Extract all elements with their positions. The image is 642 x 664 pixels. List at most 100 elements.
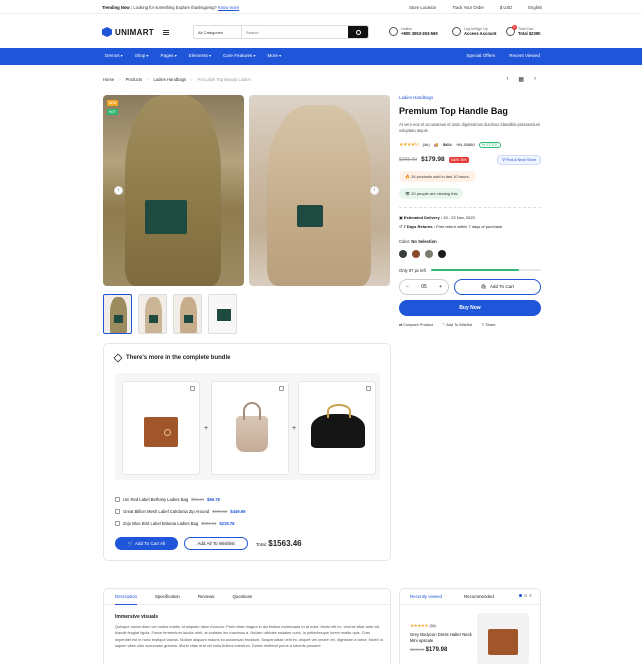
- share-link[interactable]: ⇪ Share: [481, 322, 495, 327]
- nav-item-demos[interactable]: Demos: [105, 53, 123, 58]
- color-swatch[interactable]: [399, 249, 407, 258]
- hotline[interactable]: Hotline +800 3053-353-569: [389, 27, 438, 36]
- recent-product-name[interactable]: Grey Bodycon Dress Halter Neck Mini upsc…: [410, 632, 476, 643]
- track-order-link[interactable]: Track Your Order: [452, 5, 484, 10]
- wallet-illustration: [144, 417, 178, 447]
- product-image-main-1[interactable]: [103, 95, 244, 286]
- color-swatch[interactable]: [412, 249, 420, 258]
- nav-item-elements[interactable]: Elements: [189, 53, 211, 58]
- bundle-row-checkbox[interactable]: [115, 509, 120, 514]
- main-nav: Demos Shop Pages Elements Core Features …: [0, 48, 642, 65]
- next-product-icon[interactable]: ›: [534, 76, 536, 83]
- color-swatch[interactable]: [425, 249, 433, 258]
- add-all-to-wishlist-button[interactable]: Add All To Wishlist: [184, 537, 248, 550]
- divider: [399, 206, 541, 208]
- recent-product-image[interactable]: [477, 613, 529, 664]
- bundle-row[interactable]: Uni Red Label Bethany Ladies Bag $96.24 …: [115, 497, 220, 502]
- carousel-dots[interactable]: [519, 594, 532, 597]
- cart-value: Total $2390: [518, 31, 541, 36]
- tab-recommended[interactable]: Recommended: [464, 594, 494, 599]
- bundle-row-checkbox[interactable]: [115, 497, 120, 502]
- breadcrumb-home[interactable]: Home: [103, 77, 114, 82]
- search-button[interactable]: [348, 26, 368, 38]
- product-tabs-panel: Description Specification Reviews Questi…: [103, 588, 391, 664]
- cart[interactable]: 0 Total Cart Total $2390: [506, 25, 541, 36]
- clutch-illustration: [311, 404, 365, 448]
- tab-description[interactable]: Description: [115, 594, 137, 605]
- nav-item-shop[interactable]: Shop: [135, 53, 149, 58]
- chevron-right-icon: ›: [119, 77, 121, 82]
- product-category[interactable]: Ladies Handbags: [399, 95, 541, 100]
- grid-icon[interactable]: ▦: [518, 76, 524, 83]
- logo[interactable]: UNIMART: [102, 27, 154, 37]
- buy-now-button[interactable]: Buy Now: [399, 299, 541, 316]
- trending-link[interactable]: Know more: [218, 5, 239, 10]
- delivery-info: ▣ Estimated Delivery : 15 - 22 Nov, 2023: [399, 215, 541, 220]
- color-value: No Selection: [411, 238, 437, 244]
- thumbnail-strip: [103, 294, 237, 334]
- search-category-select[interactable]: All Categories: [194, 26, 242, 38]
- nav-item-core-features[interactable]: Core Features: [223, 53, 256, 58]
- compare-link[interactable]: ⇄ Compare Product: [399, 322, 433, 327]
- plus-icon: +: [292, 425, 297, 432]
- stock-badge: IN STOCK: [478, 141, 501, 148]
- hamburger-icon[interactable]: [163, 30, 169, 37]
- tab-recently-viewed[interactable]: Recently viewed: [410, 594, 442, 599]
- special-offers-link[interactable]: Special Offers: [466, 53, 495, 58]
- bundle-card[interactable]: [122, 381, 200, 475]
- bundle-panel: There's more in the complete bundle + + …: [103, 343, 391, 561]
- add-to-cart-button[interactable]: 🛍 Add To Cart: [454, 278, 541, 295]
- bundle-row[interactable]: Great Billion Mesh Label Calrdonia Zip A…: [115, 509, 245, 514]
- product-description: At vero eos et accusamus et iusto dignis…: [399, 122, 541, 133]
- tab-reviews[interactable]: Reviews: [198, 594, 215, 599]
- rating-stars: ★★★★½: [399, 141, 419, 148]
- returns-label: 7 Days Returns :: [403, 223, 436, 229]
- minus-icon[interactable]: −: [406, 284, 409, 290]
- bundle-card[interactable]: [298, 381, 376, 475]
- bundle-checkbox[interactable]: [279, 386, 284, 391]
- viewing-notice: 👁 20 people are viewing this: [399, 187, 464, 199]
- product-actions: ⇄ Compare Product ♡ Add To Wishlist ⇪ Sh…: [399, 322, 541, 327]
- language-select[interactable]: English: [528, 5, 542, 10]
- bundle-row[interactable]: Zojo Blue Bird Label Britania Ladies Bag…: [115, 521, 234, 526]
- review-count[interactable]: (4b): [423, 142, 430, 147]
- breadcrumb-category[interactable]: Ladies Handbags: [154, 77, 187, 82]
- plus-icon[interactable]: +: [439, 284, 442, 290]
- nav-item-pages[interactable]: Pages: [161, 53, 177, 58]
- gallery-prev-icon[interactable]: ‹: [114, 186, 123, 195]
- wishlist-link[interactable]: ♡ Add To Wishlist: [442, 322, 472, 327]
- recent-product[interactable]: ★★★★★ (34) Grey Bodycon Dress Halter Nec…: [410, 623, 476, 653]
- old-price: $295.00: [399, 156, 418, 163]
- product-image-main-2[interactable]: [249, 95, 390, 286]
- thumbnail[interactable]: [103, 294, 132, 334]
- gallery-next-icon[interactable]: ›: [370, 186, 379, 195]
- quantity-stepper[interactable]: − 05 +: [399, 278, 449, 295]
- bundle-checkbox[interactable]: [366, 386, 371, 391]
- bundle-card[interactable]: [211, 381, 289, 475]
- prev-product-icon[interactable]: ‹: [506, 76, 508, 83]
- currency-select[interactable]: $ USD: [500, 5, 512, 10]
- add-all-to-cart-button[interactable]: 🛒 Add To Cart All: [115, 537, 178, 550]
- tab-specification[interactable]: Specification: [155, 594, 180, 599]
- breadcrumb-products[interactable]: Products: [126, 77, 143, 82]
- bundle-item-name: Zojo Blue Bird Label Britania Ladies Bag: [123, 521, 199, 526]
- chevron-right-icon: ›: [191, 77, 193, 82]
- bundle-checkbox[interactable]: [190, 386, 195, 391]
- bundle-total-value: $1563.46: [268, 539, 302, 548]
- account[interactable]: Log In/Sign Up Access Account: [452, 27, 496, 36]
- store-location-link[interactable]: Store Location: [409, 5, 436, 10]
- recent-viewed-link[interactable]: Recent Viewed: [509, 53, 540, 58]
- returns-info: ↺ 7 Days Returns : Free return within 7 …: [399, 224, 541, 229]
- thumbnail[interactable]: [138, 294, 167, 334]
- tab-questions[interactable]: Questions: [232, 594, 252, 599]
- logo-cube-icon: [102, 27, 112, 37]
- thumbnail[interactable]: [173, 294, 202, 334]
- nav-item-more[interactable]: More: [267, 53, 281, 58]
- color-swatch[interactable]: [438, 249, 446, 258]
- thumbnail[interactable]: [208, 294, 237, 334]
- logo-text: UNIMART: [115, 27, 154, 37]
- find-store-button[interactable]: ⚲ Find A Near Store: [497, 154, 541, 165]
- search-input[interactable]: [242, 26, 348, 38]
- cart-count: 0: [512, 25, 517, 30]
- bundle-row-checkbox[interactable]: [115, 521, 120, 526]
